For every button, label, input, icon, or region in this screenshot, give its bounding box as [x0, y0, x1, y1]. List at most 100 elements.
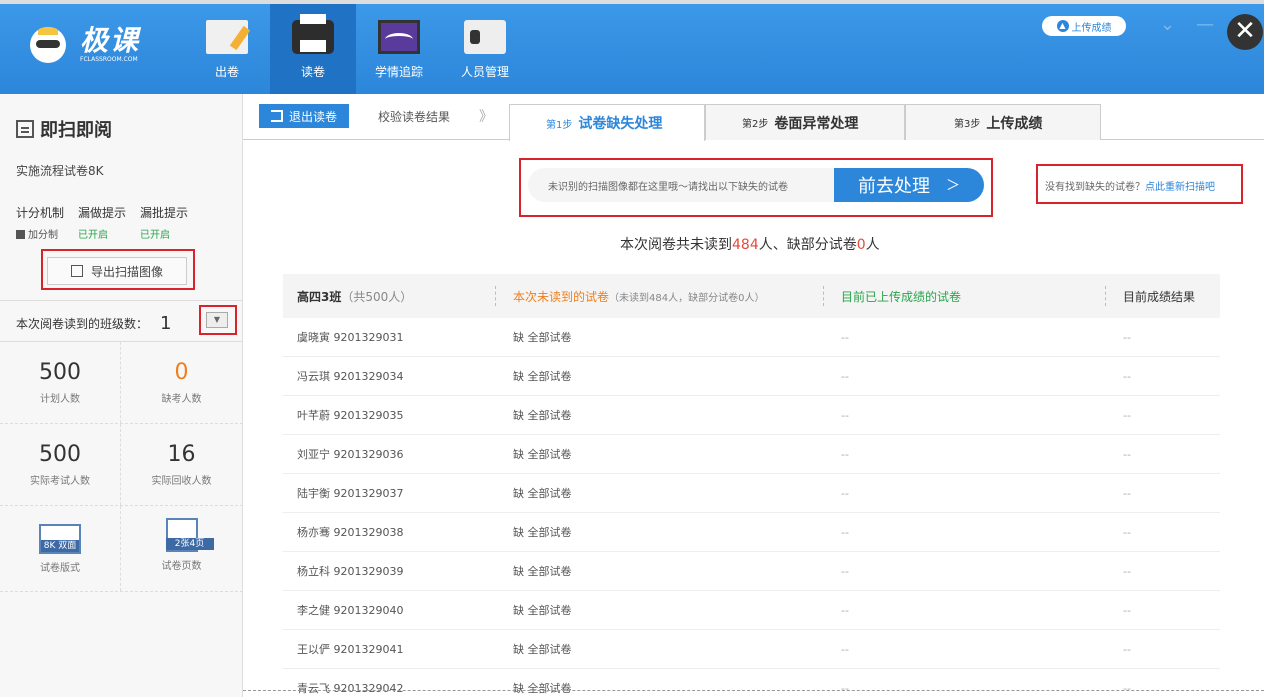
- read-summary: 本次阅卷共未读到484人、缺部分试卷0人: [620, 237, 880, 253]
- uploaded-status: --: [841, 486, 849, 500]
- student-name: 李之健 9201329040: [297, 604, 404, 617]
- table-row: 李之健 9201329040 缺 全部试卷 -- --: [283, 591, 1220, 630]
- setting-missing-hint: 漏做提示 已开启: [78, 206, 127, 241]
- missing-status: 缺 全部试卷: [513, 331, 572, 344]
- uploaded-status: --: [841, 408, 849, 422]
- nav-xueqing[interactable]: 学情追踪: [356, 4, 442, 94]
- uploaded-status: --: [841, 447, 849, 461]
- id-card-icon: [464, 20, 506, 54]
- student-name: 王以俨 9201329041: [297, 643, 404, 656]
- paper-pages-icon: 2张4页: [165, 518, 214, 552]
- paper-format-icon: 8K 双面: [39, 524, 81, 554]
- score-result: --: [1123, 486, 1131, 500]
- uploaded-status: --: [841, 369, 849, 383]
- table-row: 陆宇衡 9201329037 缺 全部试卷 -- --: [283, 474, 1220, 513]
- nav-renyuan[interactable]: 人员管理: [442, 4, 528, 94]
- score-result: --: [1123, 681, 1131, 695]
- mascot-icon: [30, 26, 66, 63]
- stat-planned: 500 计划人数: [0, 342, 121, 423]
- chevron-right-icon: 》: [479, 109, 493, 125]
- setting-scoring: 计分机制 加分制: [16, 206, 65, 241]
- plus-box-icon: [16, 230, 25, 239]
- app-header: 极课 FCLASSROOM.COM 出卷 读卷 学情追踪 人员管理 ▲ 上传成绩…: [0, 0, 1264, 94]
- scan-doc-icon: [16, 120, 34, 138]
- tab-step1[interactable]: 第1步 试卷缺失处理: [509, 104, 705, 141]
- table-header: 高四3班 （共500人） 本次未读到的试卷 （未读到484人，缺部分试卷0人） 目前…: [283, 274, 1220, 318]
- divider: [0, 300, 243, 301]
- score-result: --: [1123, 642, 1131, 656]
- missing-status: 缺 全部试卷: [513, 682, 572, 695]
- tab-step3[interactable]: 第3步 上传成绩: [905, 104, 1101, 140]
- col-uploaded: 目前已上传成绩的试卷: [823, 274, 1105, 318]
- student-name: 虞晓寅 9201329031: [297, 331, 404, 344]
- nav-dujuan[interactable]: 读卷: [270, 4, 356, 94]
- col-result: 目前成绩结果: [1105, 274, 1220, 318]
- exit-reading-button[interactable]: 退出读卷: [259, 104, 349, 128]
- highlight-rescan: [1036, 164, 1243, 204]
- uploaded-status: --: [841, 681, 849, 695]
- uploaded-status: --: [841, 603, 849, 617]
- tab-step2[interactable]: 第2步 卷面异常处理: [705, 104, 905, 140]
- score-result: --: [1123, 330, 1131, 344]
- menu-dropdown-icon[interactable]: ⌄: [1160, 14, 1175, 35]
- stat-pages: 2张4页 试卷页数: [121, 506, 242, 591]
- grading-settings: 计分机制 加分制 漏做提示 已开启 漏批提示 已开启: [16, 204, 231, 241]
- arrow-up-icon: ▲: [1056, 20, 1069, 32]
- highlight-notice: [519, 158, 993, 217]
- missing-status: 缺 全部试卷: [513, 370, 572, 383]
- stat-collected: 16 实际回收人数: [151, 442, 212, 487]
- score-result: --: [1123, 564, 1131, 578]
- step-toolbar: 退出读卷 校验读卷结果 》 第1步 试卷缺失处理 第2步 卷面异常处理 第3步 …: [243, 94, 1264, 141]
- exit-icon: [270, 110, 283, 122]
- table-row: 叶芊蔚 9201329035 缺 全部试卷 -- --: [283, 396, 1220, 435]
- minimize-button[interactable]: —: [1196, 14, 1214, 35]
- student-name: 杨亦骞 9201329038: [297, 526, 404, 539]
- student-name: 杨立科 9201329039: [297, 565, 404, 578]
- uploaded-status: --: [841, 564, 849, 578]
- class-count: 本次阅卷读到的班级数： 1: [16, 313, 172, 334]
- stat-absent: 0 缺考人数: [161, 360, 202, 405]
- highlight-dropdown: [199, 305, 237, 335]
- table-row: 刘亚宁 9201329036 缺 全部试卷 -- --: [283, 435, 1220, 474]
- stat-actual: 500 实际考试人数: [0, 424, 121, 505]
- score-result: --: [1123, 525, 1131, 539]
- student-name: 冯云琪 9201329034: [297, 370, 404, 383]
- uploaded-status: --: [841, 330, 849, 344]
- verify-results-link[interactable]: 校验读卷结果: [378, 108, 450, 125]
- uploaded-status: --: [841, 642, 849, 656]
- missing-status: 缺 全部试卷: [513, 448, 572, 461]
- table-row: 王以俨 9201329041 缺 全部试卷 -- --: [283, 630, 1220, 669]
- missing-status: 缺 全部试卷: [513, 409, 572, 422]
- student-name: 陆宇衡 9201329037: [297, 487, 404, 500]
- student-name: 刘亚宁 9201329036: [297, 448, 404, 461]
- sidebar: 即扫即阅 实施流程试卷8K 计分机制 加分制 漏做提示 已开启 漏批提示 已开启…: [0, 94, 243, 697]
- uploaded-status: --: [841, 525, 849, 539]
- score-result: --: [1123, 447, 1131, 461]
- student-name: 青云飞 9201329042: [297, 682, 404, 695]
- score-result: --: [1123, 603, 1131, 617]
- close-button[interactable]: ✕: [1227, 14, 1263, 50]
- missing-status: 缺 全部试卷: [513, 487, 572, 500]
- score-result: --: [1123, 369, 1131, 383]
- stat-format: 8K 双面 试卷版式: [0, 506, 121, 591]
- table-row: 青云飞 9201329042 缺 全部试卷 -- --: [283, 669, 1220, 697]
- exam-name: 实施流程试卷8K: [16, 164, 104, 178]
- highlight-export: [41, 249, 195, 290]
- setting-unmarked-hint: 漏批提示 已开启: [140, 206, 189, 241]
- paper-pencil-icon: [206, 20, 248, 54]
- nav-chujuan[interactable]: 出卷: [184, 4, 270, 94]
- table-row: 杨亦骞 9201329038 缺 全部试卷 -- --: [283, 513, 1220, 552]
- col-missing: 本次未读到的试卷 （未读到484人，缺部分试卷0人）: [495, 274, 823, 318]
- table-body: 虞晓寅 9201329031 缺 全部试卷 -- -- 冯云琪 9201329034 缺 …: [283, 318, 1220, 697]
- printer-icon: [292, 14, 334, 54]
- missing-status: 缺 全部试卷: [513, 604, 572, 617]
- table-row: 杨立科 9201329039 缺 全部试卷 -- --: [283, 552, 1220, 591]
- table-row: 冯云琪 9201329034 缺 全部试卷 -- --: [283, 357, 1220, 396]
- logo-title: 极课: [80, 24, 141, 57]
- table-row: 虞晓寅 9201329031 缺 全部试卷 -- --: [283, 318, 1220, 357]
- missing-status: 缺 全部试卷: [513, 526, 572, 539]
- missing-papers-table: 高四3班 （共500人） 本次未读到的试卷 （未读到484人，缺部分试卷0人） 目前…: [283, 274, 1220, 697]
- bottom-divider: [243, 690, 1264, 691]
- logo-subtitle: FCLASSROOM.COM: [80, 56, 138, 63]
- upload-scores-button[interactable]: ▲ 上传成绩: [1042, 16, 1126, 36]
